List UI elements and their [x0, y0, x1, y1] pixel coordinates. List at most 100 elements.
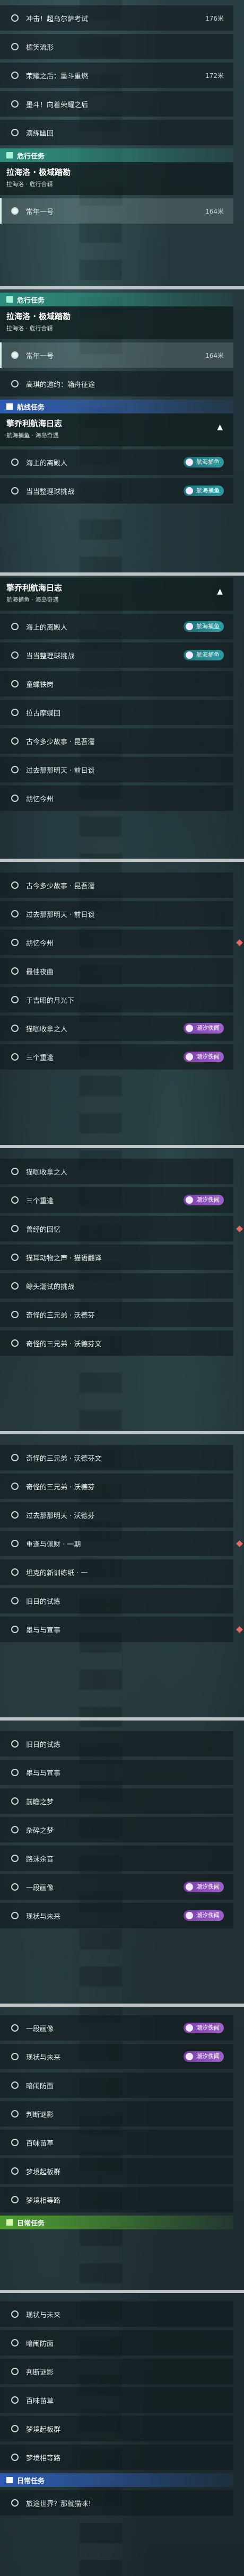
quest-row[interactable]: 奇怪的三兄弟 · 沃德芬	[0, 1302, 233, 1327]
quest-row[interactable]: 暗闹防面	[0, 2330, 233, 2356]
quest-row[interactable]: 古今多少故事 · 昆吾濡	[0, 872, 233, 898]
quest-row[interactable]: 现状与未来 潮汐佚闻	[0, 2044, 233, 2069]
quest-row-selected[interactable]: 常年一号 164米	[0, 342, 233, 368]
quest-row-selected[interactable]: 常年一号 164米	[0, 198, 233, 224]
quest-bullet-icon	[11, 1282, 19, 1290]
quest-row[interactable]: 于吉昭的月光下	[0, 987, 233, 1012]
quest-row[interactable]: 高琪的邀约：箱舟征途	[0, 371, 233, 396]
quest-row[interactable]: 胡忆今州	[0, 930, 243, 955]
category-header[interactable]: 日常任务	[0, 2473, 233, 2487]
event-badge: 航海捕鱼	[184, 457, 224, 467]
quest-row[interactable]: 古今多少故事 · 昆吾濡	[0, 728, 233, 754]
quest-row[interactable]: 童蝶铁岗	[0, 671, 233, 696]
quest-row[interactable]: 梦境起板群	[0, 2158, 233, 2184]
quest-row[interactable]: 海上的离殿人 航海捕鱼	[0, 614, 233, 639]
quest-group-subtitle: 拉海洛 · 危行合辑	[6, 181, 53, 188]
quest-row[interactable]: 暗闹防面	[0, 2072, 233, 2098]
quest-bullet-icon	[11, 2368, 19, 2375]
quest-row[interactable]: 过去那那明天 · 沃德芬	[0, 1502, 233, 1528]
quest-row[interactable]: 梦境相等路	[0, 2445, 233, 2470]
chevron-up-icon[interactable]: ▲	[217, 423, 223, 431]
quest-row[interactable]: 拉古摩蝶回	[0, 700, 233, 725]
quest-bullet-icon	[11, 1769, 19, 1776]
quest-row[interactable]: 百味苗草	[0, 2130, 233, 2155]
quest-group-header[interactable]: 擎乔利航海日志 航海捕鱼 · 海岛奇遇 ▲	[0, 413, 233, 446]
quest-row[interactable]: 墨与与宣事	[0, 1617, 243, 1642]
quest-section-6: 奇怪的三兄弟 · 沃德芬文 奇怪的三兄弟 · 沃德芬 过去那那明天 · 沃德芬 …	[0, 1442, 243, 1645]
quest-bullet-icon	[11, 2024, 19, 2032]
event-badge: 航海捕鱼	[184, 650, 224, 660]
chevron-up-icon[interactable]: ▲	[217, 587, 223, 596]
quest-group-subtitle: 航海捕鱼 · 海岛奇遇	[6, 596, 59, 603]
quest-row[interactable]: 猫咖收拿之人	[0, 1159, 233, 1184]
quest-row[interactable]: 判断谜影	[0, 2101, 233, 2127]
quest-label: 判断谜影	[26, 2368, 54, 2377]
quest-row[interactable]: 三个重逢 潮汐佚闻	[0, 1044, 233, 1070]
quest-row[interactable]: 墨与与宣事	[0, 1760, 233, 1785]
quest-label: 胡忆今州	[26, 939, 54, 948]
category-header[interactable]: 危行任务	[0, 148, 233, 162]
quest-row[interactable]: 一段画像 潮汐佚闻	[0, 2015, 233, 2041]
quest-row[interactable]: 旧日的试炼	[0, 1731, 233, 1757]
quest-row[interactable]: 荣耀之后：墨斗重燃 172米	[0, 63, 233, 88]
quest-label: 梦境起板群	[26, 2425, 61, 2434]
category-icon	[6, 2477, 13, 2483]
category-header[interactable]: 航线任务	[0, 400, 233, 413]
quest-row[interactable]: 猫耳动物之声 · 猫语翻译	[0, 1245, 233, 1270]
quest-row[interactable]: 奇怪的三兄弟 · 沃德芬	[0, 1474, 233, 1499]
quest-row[interactable]: 现状与未来 潮汐佚闻	[0, 1903, 233, 1928]
quest-row[interactable]: 演练幽回	[0, 120, 233, 145]
quest-label: 旧日的试炼	[26, 1741, 61, 1749]
quest-group-header[interactable]: 拉海洛 · 极域踏勘 拉海洛 · 危行合辑	[0, 306, 233, 339]
quest-row[interactable]: 鲸头潮试的挑战	[0, 1273, 233, 1299]
quest-row[interactable]: 现状与未来	[0, 2301, 233, 2327]
quest-row[interactable]: 判断谜影	[0, 2359, 233, 2384]
quest-group-header[interactable]: 擎乔利航海日志 航海捕鱼 · 海岛奇遇 ▲	[0, 578, 233, 611]
quest-row[interactable]: 奇怪的三兄弟 · 沃德芬文	[0, 1445, 233, 1470]
quest-bullet-icon	[11, 207, 19, 215]
quest-distance: 176米	[205, 14, 224, 22]
quest-bullet-icon	[11, 1225, 19, 1232]
quest-row[interactable]: 海上的离殿人 航海捕鱼	[0, 449, 233, 475]
quest-row[interactable]: 当当整理球挑战 航海捕鱼	[0, 478, 233, 504]
section-divider	[0, 572, 244, 576]
section-divider	[0, 286, 244, 289]
quest-row[interactable]: 胡忆今州	[0, 786, 233, 811]
quest-row[interactable]: 墨斗！向着荣耀之后	[0, 91, 233, 117]
quest-row[interactable]: 曾经的回忆	[0, 1216, 243, 1241]
quest-row[interactable]: 猫咖收拿之人 潮汐佚闻	[0, 1016, 233, 1041]
quest-label: 暗闹防面	[26, 2082, 54, 2090]
quest-label: 过去那那明天 · 沃德芬	[26, 1512, 95, 1520]
quest-row[interactable]: 路沫余音	[0, 1846, 233, 1871]
quest-row[interactable]: 过去那那明天 · 前日谈	[0, 757, 233, 782]
quest-row[interactable]: 前瞻之梦	[0, 1788, 233, 1814]
quest-row[interactable]: 旧日的试炼	[0, 1588, 233, 1613]
quest-row[interactable]: 一段画像 潮汐佚闻	[0, 1874, 233, 1900]
quest-row[interactable]: 奇怪的三兄弟 · 沃德芬文	[0, 1330, 233, 1356]
quest-bullet-icon	[11, 14, 19, 22]
quest-row[interactable]: 冲击！超乌尔萨考试 176米	[0, 5, 233, 31]
quest-bullet-icon	[11, 1855, 19, 1862]
quest-row[interactable]: 当当整理球挑战 航海捕鱼	[0, 642, 233, 668]
quest-row[interactable]: 百味苗草	[0, 2387, 233, 2413]
quest-row[interactable]: 杂碎之梦	[0, 1817, 233, 1842]
event-badge: 潮汐佚闻	[184, 1052, 224, 1062]
quest-row[interactable]: 梦境起板群	[0, 2416, 233, 2441]
quest-row[interactable]: 三个重逢 潮汐佚闻	[0, 1187, 233, 1213]
section-divider	[0, 2004, 244, 2007]
quest-bullet-icon	[11, 1025, 19, 1032]
category-header[interactable]: 危行任务	[0, 293, 233, 306]
quest-row[interactable]: 旅途世界？那就猫咪！	[0, 2490, 233, 2516]
quest-group-header[interactable]: 拉海洛 · 极域踏勘 拉海洛 · 危行合辑	[0, 162, 233, 195]
quest-bullet-icon	[11, 1454, 19, 1461]
event-badge: 潮汐佚闻	[184, 2023, 224, 2033]
quest-row[interactable]: 最佳夜曲	[0, 958, 233, 984]
event-badge: 潮汐佚闻	[184, 2051, 224, 2062]
quest-row[interactable]: 楣笑流形	[0, 34, 233, 59]
quest-row[interactable]: 梦境相等路	[0, 2187, 233, 2212]
quest-row[interactable]: 过去那那明天 · 前日谈	[0, 901, 233, 927]
category-icon	[6, 296, 13, 303]
quest-row[interactable]: 坦克的新训练纸 · 一	[0, 1559, 233, 1585]
quest-row[interactable]: 重逢与佩财 · 一期	[0, 1531, 243, 1556]
category-header[interactable]: 日常任务	[0, 2216, 233, 2229]
